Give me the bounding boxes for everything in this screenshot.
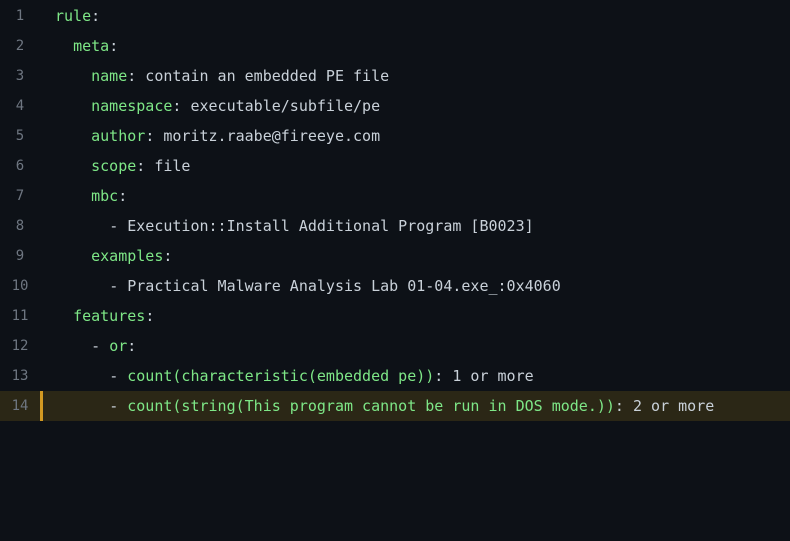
line-content: meta: [55,31,118,61]
line-number: 5 [15,128,25,144]
yaml-colon: : [127,337,137,355]
yaml-key: rule [55,7,92,25]
code-line[interactable]: 9 examples: [0,241,790,271]
code-line[interactable]: 12 - or: [0,331,790,361]
yaml-value: executable/subfile/pe [181,97,381,115]
yaml-value: Execution::Install Additional Program [B… [127,217,534,235]
yaml-value: 2 or more [623,397,715,415]
yaml-value: moritz.raabe@fireeye.com [154,127,381,145]
yaml-colon: : [118,187,128,205]
yaml-key: meta [73,37,110,55]
line-number: 12 [11,338,29,354]
line-number: 7 [15,188,25,204]
yaml-value: 1 or more [443,367,534,385]
line-content: author: moritz.raabe@fireeye.com [55,121,380,151]
yaml-colon: : [136,157,146,175]
line-number: 8 [15,218,25,234]
yaml-key: features [73,307,146,325]
line-number: 9 [15,248,25,264]
line-content: name: contain an embedded PE file [55,61,389,91]
yaml-colon: : [163,247,173,265]
yaml-colon: : [127,67,137,85]
yaml-colon: : [145,127,155,145]
line-number: 13 [11,368,29,384]
yaml-key: count(characteristic(embedded pe)) [127,367,435,385]
yaml-colon: : [434,367,444,385]
line-content: - Practical Malware Analysis Lab 01-04.e… [55,271,561,301]
line-number: 4 [15,98,25,114]
code-line[interactable]: 10 - Practical Malware Analysis Lab 01-0… [0,271,790,301]
line-content: - Execution::Install Additional Program … [55,211,534,241]
code-line[interactable]: 11 features: [0,301,790,331]
yaml-colon: : [145,307,155,325]
list-dash: - [109,397,128,415]
yaml-value: file [145,157,191,175]
line-number: 11 [11,308,29,324]
line-highlight-marker [40,391,43,421]
code-line[interactable]: 5 author: moritz.raabe@fireeye.com [0,121,790,151]
line-content: mbc: [55,181,127,211]
code-line[interactable]: 6 scope: file [0,151,790,181]
line-number: 14 [11,398,29,414]
line-content: rule: [55,1,100,31]
line-content: features: [55,301,154,331]
code-line[interactable]: 8 - Execution::Install Additional Progra… [0,211,790,241]
yaml-value: contain an embedded PE file [136,67,390,85]
line-number: 3 [15,68,25,84]
list-dash: - [109,217,128,235]
yaml-key: count(string(This program cannot be run … [127,397,615,415]
code-line[interactable]: 4 namespace: executable/subfile/pe [0,91,790,121]
code-line[interactable]: 13 - count(characteristic(embedded pe)):… [0,361,790,391]
yaml-key: examples [91,247,164,265]
yaml-colon: : [109,37,119,55]
yaml-key: namespace [91,97,173,115]
list-dash: - [109,277,128,295]
code-editor[interactable]: 1 rule: 2 meta: 3 name: contain an embed… [0,0,790,424]
code-line[interactable]: 3 name: contain an embedded PE file [0,61,790,91]
line-content: scope: file [55,151,190,181]
code-line[interactable]: 1 rule: [0,1,790,31]
list-dash: - [109,367,128,385]
line-number: 2 [15,38,25,54]
yaml-colon: : [91,7,101,25]
line-content: - or: [55,331,136,361]
line-content: namespace: executable/subfile/pe [55,91,380,121]
yaml-key: scope [91,157,137,175]
code-line[interactable]: 7 mbc: [0,181,790,211]
yaml-key: or [109,337,128,355]
yaml-key: mbc [91,187,119,205]
line-number: 10 [11,278,29,294]
line-number: 6 [15,158,25,174]
line-content: - count(characteristic(embedded pe)): 1 … [55,361,534,391]
yaml-key: author [91,127,146,145]
list-dash: - [91,337,110,355]
code-line-highlighted[interactable]: 14 - count(string(This program cannot be… [0,391,790,421]
line-content: examples: [55,241,172,271]
line-content: - count(string(This program cannot be ru… [55,391,714,421]
yaml-value: Practical Malware Analysis Lab 01-04.exe… [127,277,561,295]
yaml-key: name [91,67,128,85]
yaml-colon: : [614,397,624,415]
code-line[interactable]: 2 meta: [0,31,790,61]
line-number: 1 [15,8,25,24]
